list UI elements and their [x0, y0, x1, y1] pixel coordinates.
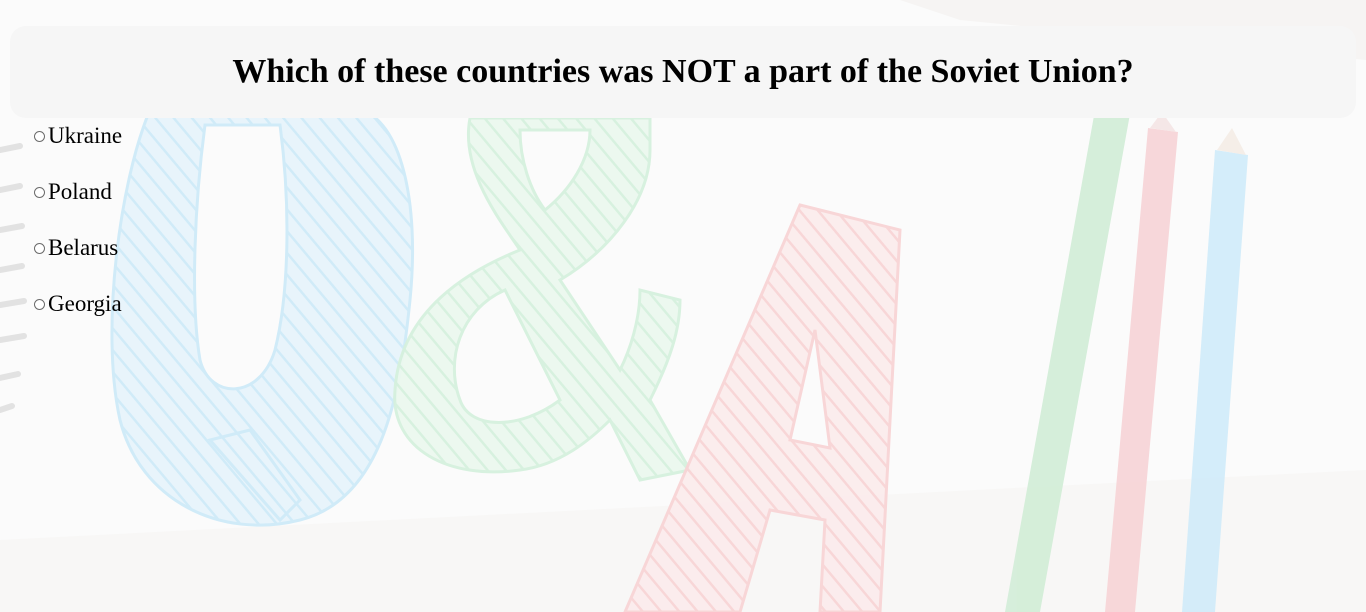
question-title: Which of these countries was NOT a part … — [232, 53, 1134, 90]
question-header: Which of these countries was NOT a part … — [10, 26, 1356, 118]
radio-button[interactable] — [34, 243, 45, 254]
radio-button[interactable] — [34, 187, 45, 198]
radio-button[interactable] — [34, 131, 45, 142]
option-georgia[interactable]: Georgia — [34, 287, 122, 319]
option-label: Poland — [48, 178, 112, 204]
option-label: Ukraine — [48, 122, 123, 148]
option-ukraine[interactable]: Ukraine — [34, 119, 122, 151]
answer-options: Ukraine Poland Belarus Georgia — [34, 119, 122, 343]
option-belarus[interactable]: Belarus — [34, 231, 122, 263]
option-label: Belarus — [48, 234, 119, 260]
option-label: Georgia — [48, 290, 122, 316]
option-poland[interactable]: Poland — [34, 175, 122, 207]
radio-button[interactable] — [34, 299, 45, 310]
